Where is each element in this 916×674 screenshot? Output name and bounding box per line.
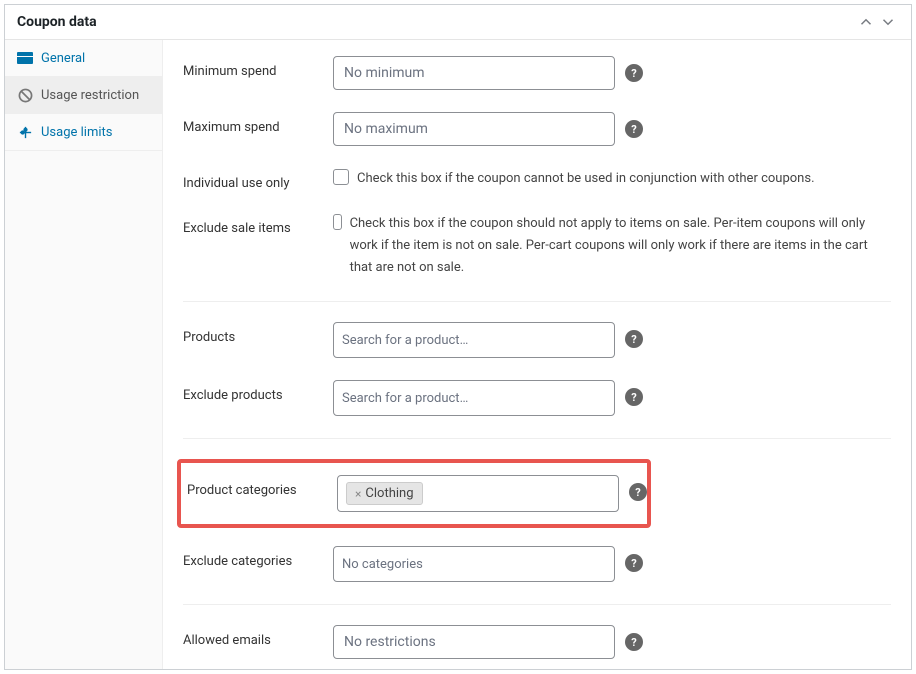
exclude-sale-checkbox[interactable] [333,214,342,230]
divider [183,301,891,302]
row-products: Products Search for a product… ? [183,322,891,358]
exclude-products-select[interactable]: Search for a product… [333,380,615,416]
divider [183,438,891,439]
individual-use-desc: Check this box if the coupon cannot be u… [357,168,815,190]
help-icon[interactable]: ? [625,633,643,651]
sidebar-item-label: Usage limits [41,125,112,140]
sidebar-item-label: General [41,51,85,66]
label-product-categories: Product categories [187,475,337,498]
highlight-product-categories: Product categories × Clothing ? [177,459,651,528]
panel-toggles [855,13,899,31]
panel-move-down-icon[interactable] [877,13,899,31]
help-icon[interactable]: ? [625,120,643,138]
individual-use-checkbox[interactable] [333,169,349,185]
maximum-spend-input[interactable] [333,112,615,146]
help-icon[interactable]: ? [625,64,643,82]
sliders-icon [17,124,33,140]
row-minimum-spend: Minimum spend ? [183,56,891,90]
label-products: Products [183,322,333,345]
label-exclude-products: Exclude products [183,380,333,403]
help-icon[interactable]: ? [625,330,643,348]
label-exclude-categories: Exclude categories [183,546,333,569]
panel-header: Coupon data [5,5,911,40]
coupon-data-panel: Coupon data General Usage restriction Us… [4,4,912,670]
allowed-emails-input[interactable] [333,625,615,659]
sidebar-item-general[interactable]: General [5,40,162,77]
exclude-categories-select[interactable]: No categories [333,546,615,582]
panel-body: General Usage restriction Usage limits M… [5,40,911,669]
row-maximum-spend: Maximum spend ? [183,112,891,146]
sidebar-item-label: Usage restriction [41,88,139,103]
panel-title: Coupon data [17,14,97,30]
minimum-spend-input[interactable] [333,56,615,90]
sidebar-item-usage-limits[interactable]: Usage limits [5,114,162,151]
row-exclude-products: Exclude products Search for a product… ? [183,380,891,416]
help-icon[interactable]: ? [629,483,647,501]
panel-move-up-icon[interactable] [855,13,877,31]
category-tag-clothing: × Clothing [346,482,423,505]
label-minimum-spend: Minimum spend [183,56,333,79]
block-icon [17,87,33,103]
divider [183,604,891,605]
exclude-sale-desc: Check this box if the coupon should not … [350,213,891,279]
label-maximum-spend: Maximum spend [183,112,333,135]
main-content: Minimum spend ? Maximum spend ? Individu… [163,40,911,669]
product-categories-select[interactable]: × Clothing [337,475,619,512]
products-select[interactable]: Search for a product… [333,322,615,358]
row-exclude-sale: Exclude sale items Check this box if the… [183,213,891,279]
row-allowed-emails: Allowed emails ? [183,625,891,659]
row-individual-use: Individual use only Check this box if th… [183,168,891,191]
label-individual-use: Individual use only [183,168,333,191]
sidebar-item-usage-restriction[interactable]: Usage restriction [5,77,162,114]
row-product-categories: Product categories × Clothing ? [181,475,647,512]
ticket-icon [17,50,33,66]
sidebar: General Usage restriction Usage limits [5,40,163,669]
row-exclude-categories: Exclude categories No categories ? [183,546,891,582]
label-allowed-emails: Allowed emails [183,625,333,648]
label-exclude-sale: Exclude sale items [183,213,333,236]
remove-tag-icon[interactable]: × [355,487,361,501]
help-icon[interactable]: ? [625,388,643,406]
help-icon[interactable]: ? [625,554,643,572]
tag-label: Clothing [365,486,413,501]
